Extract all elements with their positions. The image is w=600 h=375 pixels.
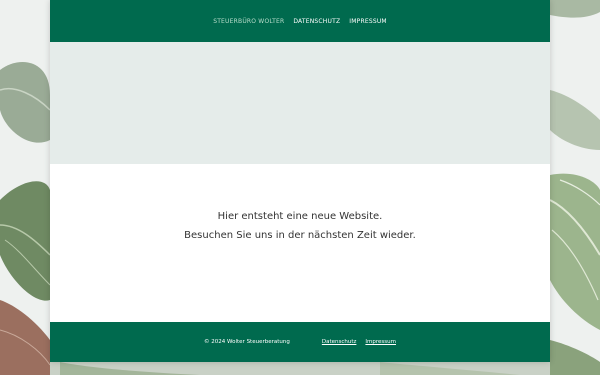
- announcement-line-1: Hier entsteht eine neue Website.: [217, 211, 383, 222]
- nav-item-impressum[interactable]: IMPRESSUM: [349, 18, 387, 25]
- footer-link-impressum[interactable]: Impressum: [365, 339, 396, 345]
- nav-item-datenschutz[interactable]: DATENSCHUTZ: [293, 18, 340, 25]
- footer: © 2024 Wolter Steuerberatung Datenschutz…: [50, 322, 550, 362]
- hero-banner: [50, 42, 550, 164]
- footer-copyright: © 2024 Wolter Steuerberatung: [204, 339, 290, 345]
- nav-item-home[interactable]: STEUERBÜRO WOLTER: [213, 18, 284, 25]
- page-container: STEUERBÜRO WOLTER DATENSCHUTZ IMPRESSUM …: [50, 0, 550, 362]
- footer-link-datenschutz[interactable]: Datenschutz: [322, 339, 357, 345]
- announcement-line-2: Besuchen Sie uns in der nächsten Zeit wi…: [184, 230, 416, 241]
- main-content: Hier entsteht eine neue Website. Besuche…: [50, 164, 550, 322]
- top-navigation: STEUERBÜRO WOLTER DATENSCHUTZ IMPRESSUM: [50, 0, 550, 42]
